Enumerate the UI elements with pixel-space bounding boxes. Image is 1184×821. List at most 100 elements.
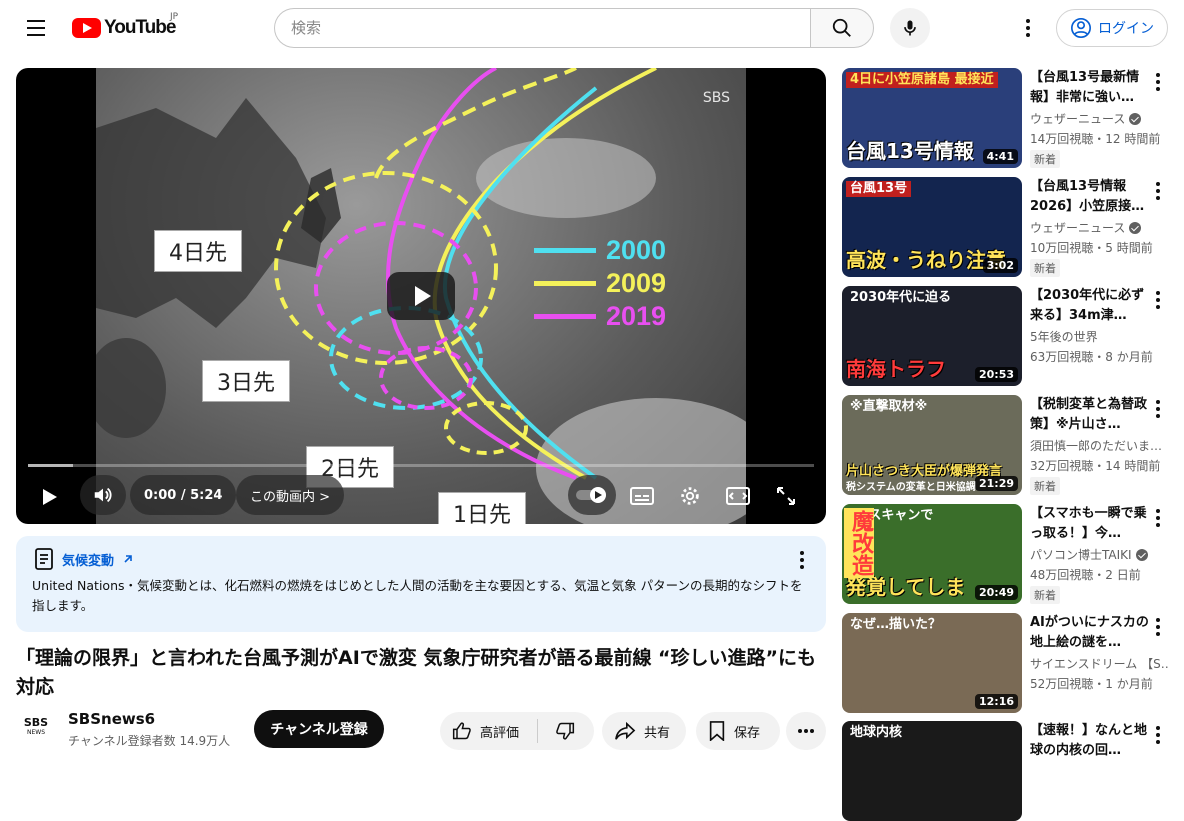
thumbnail-caption-bottom: 台風13号情報 — [846, 139, 974, 163]
subscribe-button[interactable]: チャンネル登録 — [254, 710, 384, 748]
related-video-item[interactable]: 2030年代に迫る 南海トラフ 20:53 【2030年代に必ず来る】34m津… 5年後… — [842, 286, 1172, 386]
share-label: 共有 — [644, 725, 671, 741]
related-video-title[interactable]: 【台風13号情報2026】小笠原接… — [1030, 177, 1154, 217]
search-bar — [274, 8, 874, 48]
forecast-label-day4: 4日先 — [154, 230, 242, 272]
external-link-icon[interactable] — [122, 553, 134, 565]
related-video-more-button[interactable] — [1150, 72, 1166, 92]
theater-mode-button[interactable] — [724, 482, 752, 510]
channel-avatar-text: SBS — [23, 716, 49, 729]
video-thumbnail[interactable]: 2030年代に迫る 南海トラフ 20:53 — [842, 286, 1022, 386]
more-vert-icon — [1156, 291, 1160, 309]
thumbnail-side-caption: 魔改造 — [844, 508, 874, 578]
topic-link[interactable]: 気候変動 — [62, 550, 114, 569]
settings-more-button[interactable] — [1016, 16, 1040, 40]
search-button[interactable] — [810, 8, 874, 48]
channel-name[interactable]: SBSnews6 — [68, 710, 155, 728]
thumbnail-caption-top: 4日に小笠原諸島 最接近 — [846, 72, 998, 89]
dislike-button[interactable] — [538, 721, 592, 741]
related-video-item[interactable]: 地球内核 【速報！】なんと地球の内核の回… — [842, 721, 1172, 821]
voice-search-button[interactable] — [890, 8, 930, 48]
country-code: JP — [170, 12, 179, 22]
big-play-button[interactable] — [387, 272, 455, 320]
fullscreen-icon — [777, 487, 795, 505]
subtitles-button[interactable] — [628, 482, 656, 510]
video-thumbnail[interactable]: CTスキャンで 発覚してしま 20:49 魔改造 — [842, 504, 1022, 604]
thumbnail-caption-top: 2030年代に迫る — [850, 290, 952, 305]
legend-line — [534, 281, 596, 286]
like-button[interactable]: 高評価 — [440, 719, 538, 743]
related-video-channel[interactable]: 5年後の世界 — [1030, 328, 1168, 345]
new-badge: 新着 — [1030, 150, 1060, 168]
legend-item: 2000 — [534, 234, 666, 267]
login-button[interactable]: ログイン — [1056, 9, 1168, 47]
verified-icon — [1129, 221, 1142, 234]
gear-icon — [681, 487, 699, 505]
related-video-title[interactable]: 【速報！】なんと地球の内核の回… — [1030, 721, 1154, 761]
related-video-title[interactable]: AIがついにナスカの地上絵の謎を… — [1030, 613, 1154, 653]
related-video-item[interactable]: CTスキャンで 発覚してしま 20:49 魔改造 【スマホも一瞬で乗っ取る！】今… パソコ… — [842, 504, 1172, 604]
video-thumbnail[interactable]: 4日に小笠原諸島 最接近 台風13号情報 4:41 — [842, 68, 1022, 168]
related-video-more-button[interactable] — [1150, 399, 1166, 419]
related-video-meta: 52万回視聴・1 か月前 — [1030, 677, 1153, 691]
settings-button[interactable] — [676, 482, 704, 510]
menu-icon[interactable] — [20, 12, 52, 44]
chapter-button[interactable]: この動画内 > — [236, 475, 345, 515]
legend-item: 2019 — [534, 300, 666, 333]
more-vert-icon — [800, 551, 804, 569]
topic-more-button[interactable] — [792, 550, 812, 570]
search-input[interactable] — [274, 8, 810, 48]
related-video-item[interactable]: なぜ…描いた？ 12:16 AIがついにナスカの地上絵の謎を… サイエンスドリーム 【… — [842, 613, 1172, 713]
related-video-channel[interactable]: サイエンスドリーム 【S… — [1030, 655, 1168, 672]
related-video-item[interactable]: 台風13号 高波・うねり注意 3:02 【台風13号情報2026】小笠原接… ウェザーニ… — [842, 177, 1172, 277]
channel-avatar-sub: NEWS — [26, 729, 46, 736]
play-button[interactable] — [34, 482, 64, 512]
topic-source: United Nations — [32, 578, 125, 593]
thumbnail-caption-bottom: 発覚してしま — [846, 575, 966, 599]
related-video-channel[interactable]: パソコン博士TAIKI — [1030, 546, 1168, 563]
related-video-title[interactable]: 【2030年代に必ず来る】34m津… — [1030, 286, 1154, 326]
related-video-item[interactable]: ※直撃取材※ 片山さつき大臣が爆弾発言 21:29 税システムの変革と日米協調 【税制変… — [842, 395, 1172, 495]
topic-info-panel: 気候変動 United Nations・気候変動とは、化石燃料の燃焼をはじめとし… — [16, 536, 826, 632]
related-video-item[interactable]: 4日に小笠原諸島 最接近 台風13号情報 4:41 【台風13号最新情報】非常に強い…… — [842, 68, 1172, 168]
youtube-logo[interactable]: YouTube — [72, 16, 176, 40]
channel-avatar[interactable]: SBS NEWS — [20, 712, 52, 744]
autoplay-toggle[interactable] — [568, 475, 616, 515]
video-thumbnail[interactable]: ※直撃取材※ 片山さつき大臣が爆弾発言 21:29 税システムの変革と日米協調 — [842, 395, 1022, 495]
related-channel-name: 須田慎一郎のただいま… — [1030, 439, 1163, 453]
thumbs-down-icon — [556, 722, 575, 740]
related-video-more-button[interactable] — [1150, 290, 1166, 310]
related-video-more-button[interactable] — [1150, 725, 1166, 745]
related-video-more-button[interactable] — [1150, 617, 1166, 637]
related-video-more-button[interactable] — [1150, 508, 1166, 528]
subscriber-count: チャンネル登録者数 14.9万人 — [68, 734, 231, 748]
related-channel-name: ウェザーニュース — [1030, 112, 1126, 126]
volume-button[interactable] — [80, 475, 126, 515]
related-channel-name: パソコン博士TAIKI — [1030, 548, 1132, 562]
video-player[interactable]: 4日先 3日先 2日先 1日先 SBS 2000 2009 2019 0:00 … — [16, 68, 826, 524]
forecast-label-day1: 1日先 — [438, 492, 526, 524]
progress-bar[interactable] — [28, 464, 814, 467]
thumbnail-caption-top: 台風13号 — [846, 181, 912, 198]
related-video-more-button[interactable] — [1150, 181, 1166, 201]
microphone-icon — [904, 20, 916, 36]
more-actions-button[interactable] — [786, 712, 826, 750]
share-button[interactable]: 共有 — [602, 712, 686, 750]
related-video-channel[interactable]: 須田慎一郎のただいま… — [1030, 437, 1168, 454]
related-video-title[interactable]: 【台風13号最新情報】非常に強い… — [1030, 68, 1154, 108]
related-video-channel[interactable]: ウェザーニュース — [1030, 219, 1168, 236]
save-button[interactable]: 保存 — [696, 712, 780, 750]
related-video-title[interactable]: 【税制変革と為替政策】※片山さ… — [1030, 395, 1154, 435]
video-thumbnail[interactable]: 台風13号 高波・うねり注意 3:02 — [842, 177, 1022, 277]
video-thumbnail[interactable]: 地球内核 — [842, 721, 1022, 821]
related-channel-name: 5年後の世界 — [1030, 330, 1098, 344]
progress-played — [28, 464, 73, 467]
topic-header: 気候変動 — [34, 548, 134, 570]
related-video-title[interactable]: 【スマホも一瞬で乗っ取る！】今… — [1030, 504, 1154, 544]
related-video-meta: 10万回視聴・5 時間前 — [1030, 241, 1153, 255]
fullscreen-button[interactable] — [772, 482, 800, 510]
video-thumbnail[interactable]: なぜ…描いた？ 12:16 — [842, 613, 1022, 713]
related-video-channel[interactable]: ウェザーニュース — [1030, 110, 1168, 127]
more-vert-icon — [1156, 400, 1160, 418]
play-icon — [43, 489, 57, 505]
